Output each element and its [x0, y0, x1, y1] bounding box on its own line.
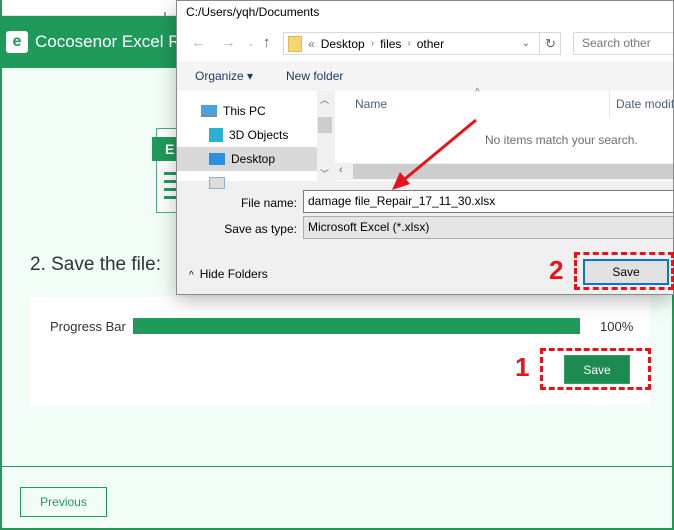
save-type-label: Save as type: [224, 222, 297, 236]
progress-percent: 100% [600, 319, 634, 334]
dialog-toolbar: Organize ▾ New folder [177, 61, 673, 91]
file-list-pane: Name ^ Date modif No items match your se… [335, 87, 673, 181]
nav-item-documents[interactable] [177, 171, 317, 195]
step-title: 2. Save the file: [30, 254, 161, 275]
file-name-input[interactable]: damage file_Repair_17_11_30.xlsx [303, 190, 673, 213]
chevron-up-icon: ^ [189, 270, 194, 281]
column-header-date[interactable]: Date modif [616, 97, 673, 111]
sort-up-icon: ^ [475, 87, 480, 98]
annotation-number-2: 2 [549, 255, 564, 285]
chevron-down-icon[interactable]: ⌄ [522, 38, 530, 49]
document-icon [209, 177, 225, 189]
empty-message: No items match your search. [485, 133, 638, 147]
refresh-icon[interactable]: ↻ [539, 32, 561, 55]
breadcrumb-other[interactable]: other [417, 37, 444, 51]
progress-label: Progress Bar [50, 319, 126, 334]
search-input[interactable]: Search other [573, 32, 673, 55]
annotation-box-1 [540, 348, 651, 390]
horizontal-scrollbar[interactable]: ‹ [335, 163, 673, 180]
nav-item-desktop[interactable]: Desktop [177, 147, 317, 171]
save-as-dialog: C:/Users/yqh/Documents ← → ⌄ ↑ « Desktop… [176, 0, 674, 295]
hide-folders-label: Hide Folders [199, 267, 268, 281]
recent-dropdown-icon[interactable]: ⌄ [247, 38, 255, 49]
folder-icon [288, 35, 302, 52]
dialog-navbar: ← → ⌄ ↑ « Desktop › files › other ⌄ ↻ Se… [177, 25, 673, 61]
desktop-icon [209, 153, 225, 165]
nav-scrollbar[interactable]: ︿ ﹀ [317, 91, 333, 181]
new-folder-button[interactable]: New folder [286, 69, 343, 83]
save-type-select[interactable]: Microsoft Excel (*.xlsx) [303, 216, 673, 239]
dialog-title: C:/Users/yqh/Documents [177, 1, 673, 25]
up-arrow-icon[interactable]: ↑ [263, 34, 271, 51]
hide-folders-button[interactable]: ^ Hide Folders [189, 267, 268, 281]
forward-arrow-icon[interactable]: → [221, 34, 236, 51]
scroll-left-icon[interactable]: ‹ [339, 164, 343, 176]
nav-item-label: Desktop [231, 152, 276, 166]
column-header-name[interactable]: Name [355, 97, 387, 111]
previous-button[interactable]: Previous [20, 487, 107, 517]
organize-button[interactable]: Organize ▾ [195, 69, 253, 83]
cube-icon [209, 128, 223, 142]
scrollbar-thumb[interactable] [318, 117, 332, 133]
chevron-right-icon: › [370, 38, 375, 49]
chevron-right-icon: › [407, 38, 411, 49]
nav-item-label: This PC [223, 104, 266, 118]
breadcrumb-files[interactable]: files [380, 37, 401, 51]
nav-item-label: 3D Objects [229, 128, 289, 142]
app-logo-icon: e [6, 31, 28, 53]
nav-item-this-pc[interactable]: This PC [177, 99, 317, 123]
breadcrumb-desktop[interactable]: Desktop [321, 37, 365, 51]
back-arrow-icon[interactable]: ← [191, 34, 206, 51]
address-bar[interactable]: « Desktop › files › other ⌄ [283, 32, 561, 55]
annotation-box-2 [574, 252, 674, 290]
nav-item-3d-objects[interactable]: 3D Objects [177, 123, 317, 147]
scroll-up-icon[interactable]: ︿ [320, 93, 329, 106]
computer-icon [201, 105, 217, 117]
progress-fill [133, 318, 580, 334]
annotation-number-1: 1 [515, 352, 530, 382]
progress-bar [133, 318, 580, 334]
scroll-down-icon[interactable]: ﹀ [320, 167, 329, 180]
breadcrumb-overflow-icon[interactable]: « [308, 37, 315, 51]
footer-divider [2, 466, 674, 467]
column-divider[interactable] [609, 91, 610, 117]
file-name-label: File name: [240, 196, 297, 210]
navigation-pane: This PC 3D Objects Desktop ︿ ﹀ [177, 91, 333, 189]
scrollbar-thumb[interactable] [353, 164, 673, 179]
